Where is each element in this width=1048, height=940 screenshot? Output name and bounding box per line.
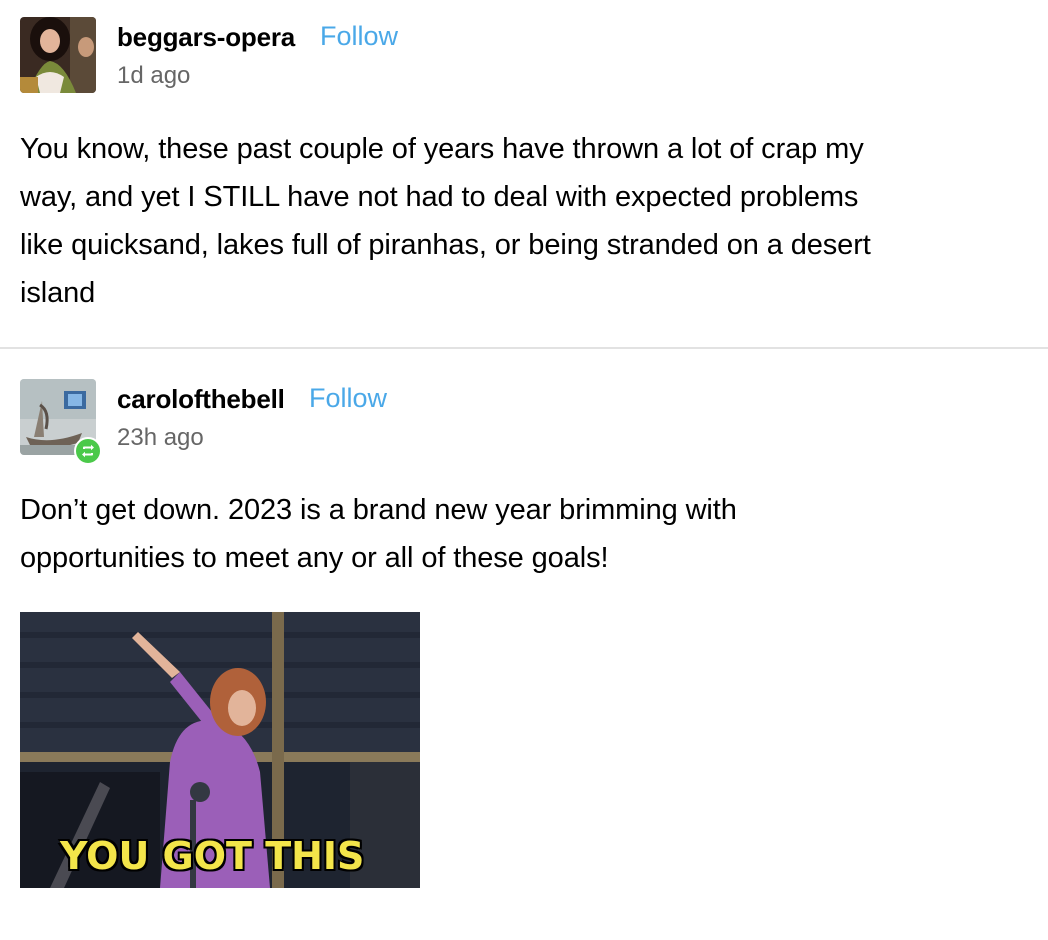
username[interactable]: carolofthebell [117,384,285,415]
gif-image[interactable]: YOU GOT THIS [20,612,420,888]
follow-button[interactable]: Follow [320,21,398,52]
gif-caption: YOU GOT THIS [60,834,365,878]
post-body-line: way, and yet I STILL have not had to dea… [20,181,859,213]
avatar-image [20,17,96,93]
post-beggars-opera: beggars-opera Follow 1d ago You know, th… [0,0,1048,348]
post-body-line: opportunities to meet any or all of thes… [20,542,609,574]
reblog-icon [74,437,102,465]
post-body-line: Don’t get down. 2023 is a brand new year… [20,494,737,526]
post-body: Don’t get down. 2023 is a brand new year… [20,486,1010,582]
follow-button[interactable]: Follow [309,383,387,414]
post-body-line: like quicksand, lakes full of piranhas, … [20,229,871,261]
post-body-line: island [20,277,96,309]
timestamp[interactable]: 23h ago [117,424,204,452]
post-carolofthebell: carolofthebell Follow 23h ago Don’t get … [0,349,1048,940]
avatar-beggars-opera[interactable] [20,17,96,93]
post-body-line: You know, these past couple of years hav… [20,133,864,165]
username[interactable]: beggars-opera [117,22,295,53]
post-body: You know, these past couple of years hav… [20,125,1010,317]
timestamp[interactable]: 1d ago [117,62,190,90]
